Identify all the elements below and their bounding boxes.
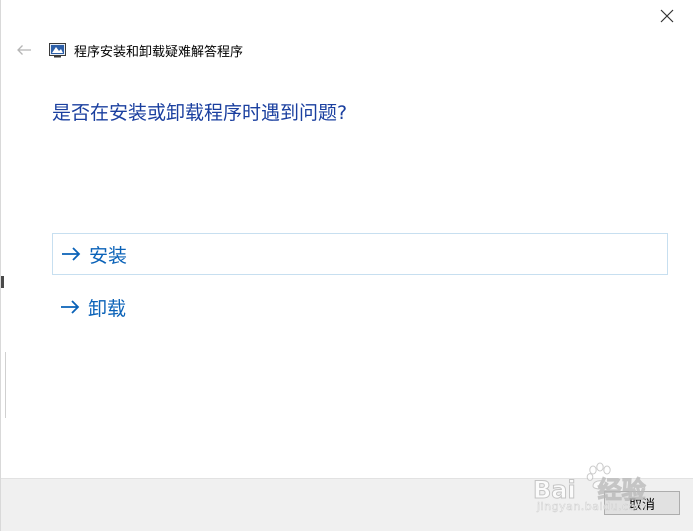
option-uninstall-label: 卸载: [88, 297, 127, 320]
back-button[interactable]: [13, 39, 35, 61]
footer-bar: 取消: [1, 478, 693, 531]
window-title: 程序安装和卸载疑难解答程序: [74, 44, 244, 60]
back-arrow-icon: [17, 45, 31, 55]
arrow-right-icon: [60, 299, 80, 315]
cancel-button[interactable]: 取消: [604, 491, 680, 515]
background-window-edge: [1, 276, 4, 288]
option-install[interactable]: 安装: [52, 233, 668, 275]
arrow-right-icon: [61, 246, 81, 262]
troubleshooter-icon: [49, 42, 66, 58]
option-install-label: 安装: [89, 244, 128, 267]
title-bar: 程序安装和卸载疑难解答程序: [13, 38, 243, 62]
troubleshooter-window: 程序安装和卸载疑难解答程序 是否在安装或卸载程序时遇到问题? 安装 卸载 取消: [0, 0, 693, 531]
close-icon: [660, 9, 674, 23]
page-heading: 是否在安装或卸载程序时遇到问题?: [52, 102, 348, 124]
background-window-divider: [1, 352, 6, 418]
close-button[interactable]: [655, 6, 679, 26]
option-uninstall[interactable]: 卸载: [52, 286, 668, 328]
